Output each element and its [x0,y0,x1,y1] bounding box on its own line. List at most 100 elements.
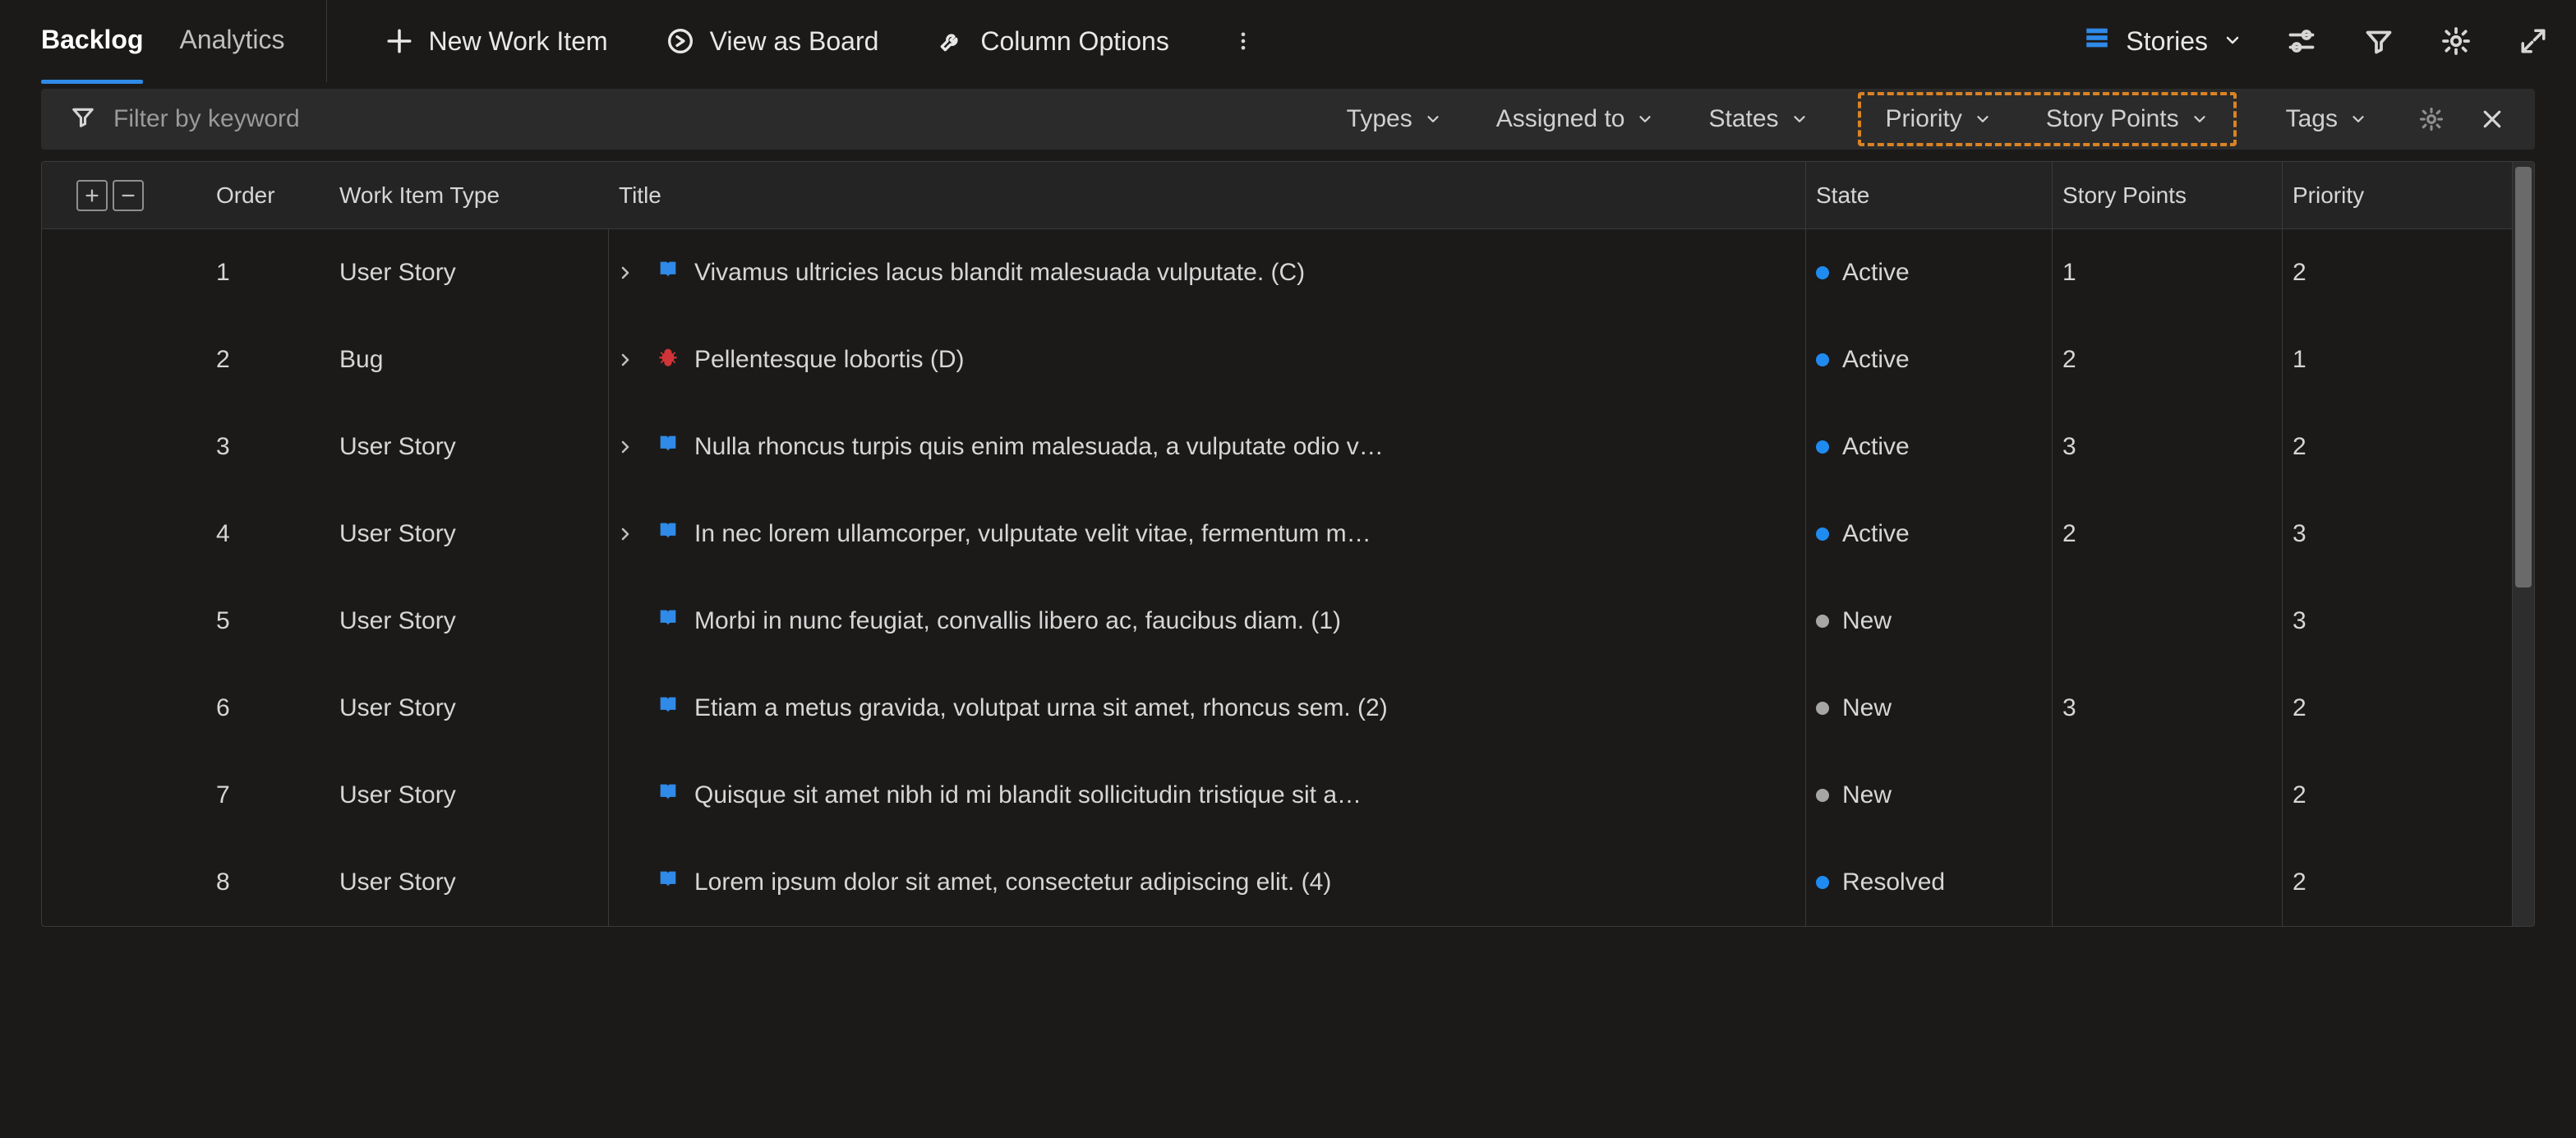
table-row[interactable]: 4User Story In nec lorem ullamcorper, vul… [42,491,2513,578]
filter-story-points[interactable]: Story Points [2041,99,2214,140]
work-item-type-icon [657,345,680,375]
cell-state: Active [1806,403,2053,491]
view-as-board-button[interactable]: View as Board [666,26,879,57]
new-work-item-label: New Work Item [429,26,608,57]
work-item-type-icon [657,519,680,549]
wrench-icon [936,26,965,56]
table-row[interactable]: 8User StoryLorem ipsum dolor sit amet, c… [42,839,2513,926]
backlog-level-selector[interactable]: Stories [2083,24,2242,58]
state-dot-icon [1816,876,1829,889]
column-header-type[interactable]: Work Item Type [329,182,609,209]
cell-priority: 2 [2283,752,2513,839]
filter-tags[interactable]: Tags [2281,99,2372,140]
grid-body: 1 User Story Vivamus ultricies lacus bland… [42,229,2513,926]
work-item-type-icon [657,258,680,288]
filter-settings-icon[interactable] [2413,101,2449,137]
expand-chevron-icon[interactable] [609,524,642,544]
cell-state: New [1806,752,2053,839]
enter-fullscreen-icon[interactable] [2515,23,2551,59]
table-row[interactable]: 5User StoryMorbi in nunc feugiat, conval… [42,578,2513,665]
column-options-button[interactable]: Column Options [936,26,1168,57]
state-dot-icon [1816,615,1829,628]
cell-title[interactable]: Nulla rhoncus turpis quis enim malesuada… [609,403,1806,491]
grid-header: Order Work Item Type Title State Story P… [42,162,2513,229]
table-row[interactable]: 3User StoryNulla rhoncus turpis quis eni… [42,403,2513,491]
cell-priority: 1 [2283,316,2513,403]
cell-order: 2 [206,346,329,374]
column-header-points[interactable]: Story Points [2053,162,2283,228]
gear-icon[interactable] [2438,23,2474,59]
table-row[interactable]: 7User StoryQuisque sit amet nibh id mi b… [42,752,2513,839]
filter-types[interactable]: Types [1342,99,1447,140]
title-text: Etiam a metus gravida, volutpat urna sit… [694,694,1388,722]
state-text: Active [1842,346,1910,374]
expand-all-button[interactable] [76,180,108,211]
cell-story-points [2053,752,2283,839]
column-header-state[interactable]: State [1806,162,2053,228]
state-dot-icon [1816,353,1829,366]
cell-priority: 2 [2283,403,2513,491]
cell-story-points [2053,839,2283,926]
cell-priority: 2 [2283,839,2513,926]
title-text: Quisque sit amet nibh id mi blandit soll… [694,781,1362,809]
filter-assigned-label: Assigned to [1496,105,1625,133]
chevron-down-icon [2223,26,2242,57]
backlog-grid: Order Work Item Type Title State Story P… [41,161,2535,927]
title-text: In nec lorem ullamcorper, vulputate veli… [694,520,1371,548]
state-dot-icon [1816,266,1829,279]
table-row[interactable]: 6User StoryEtiam a metus gravida, volutp… [42,665,2513,752]
cell-priority: 2 [2283,229,2513,316]
expand-chevron-icon[interactable] [609,350,642,370]
filter-types-label: Types [1347,105,1412,133]
filter-states[interactable]: States [1703,99,1813,140]
cell-title[interactable]: In nec lorem ullamcorper, vulputate veli… [609,491,1806,578]
cell-title[interactable]: Quisque sit amet nibh id mi blandit soll… [609,752,1806,839]
cell-title[interactable]: Morbi in nunc feugiat, convallis libero … [609,578,1806,665]
cell-title[interactable]: Vivamus ultricies lacus blandit malesuad… [609,229,1806,316]
rows-icon [2083,24,2111,58]
cell-title[interactable]: Lorem ipsum dolor sit amet, consectetur … [609,839,1806,926]
cell-story-points: 2 [2053,491,2283,578]
filter-icon[interactable] [2361,23,2397,59]
tab-backlog[interactable]: Backlog [41,0,143,82]
vertical-scrollbar[interactable] [2513,162,2534,926]
view-as-board-label: View as Board [710,26,879,57]
work-item-type-icon [657,693,680,723]
cell-state: Active [1806,491,2053,578]
cell-title[interactable]: Pellentesque lobortis (D) [609,316,1806,403]
scroll-thumb[interactable] [2515,167,2532,587]
cell-order: 4 [206,520,329,548]
table-row[interactable]: 1User StoryVivamus ultricies lacus bland… [42,229,2513,316]
close-filter-icon[interactable] [2474,101,2510,137]
keyword-filter-input[interactable] [113,105,524,133]
collapse-all-button[interactable] [113,180,144,211]
filter-priority-label: Priority [1886,105,1962,133]
work-item-type-icon [657,432,680,462]
new-work-item-button[interactable]: New Work Item [385,26,608,57]
column-header-priority[interactable]: Priority [2283,162,2513,228]
cell-priority: 3 [2283,491,2513,578]
filterbar-right-actions [2413,101,2510,137]
chevron-down-icon [2191,110,2209,128]
cell-story-points: 1 [2053,229,2283,316]
filter-bar: Types Assigned to States Priority Story … [41,89,2535,150]
cell-title[interactable]: Etiam a metus gravida, volutpat urna sit… [609,665,1806,752]
table-row[interactable]: 2BugPellentesque lobortis (D)Active21 [42,316,2513,403]
expand-chevron-icon[interactable] [609,437,642,457]
expand-chevron-icon[interactable] [609,263,642,283]
sliders-icon[interactable] [2283,23,2320,59]
cell-type: User Story [329,491,609,578]
filter-priority[interactable]: Priority [1881,99,1997,140]
tab-analytics[interactable]: Analytics [179,0,284,82]
filter-story-points-label: Story Points [2046,105,2179,133]
plus-icon [385,26,414,56]
column-header-order[interactable]: Order [206,182,329,209]
state-text: Active [1842,433,1910,461]
filter-input-wrap [71,104,524,135]
filter-assigned-to[interactable]: Assigned to [1491,99,1660,140]
toolbar-actions: New Work Item View as Board Column Optio… [385,25,1260,58]
more-actions-button[interactable] [1227,25,1260,58]
state-text: Active [1842,259,1910,287]
cell-order: 5 [206,607,329,635]
column-header-title[interactable]: Title [609,162,1806,228]
